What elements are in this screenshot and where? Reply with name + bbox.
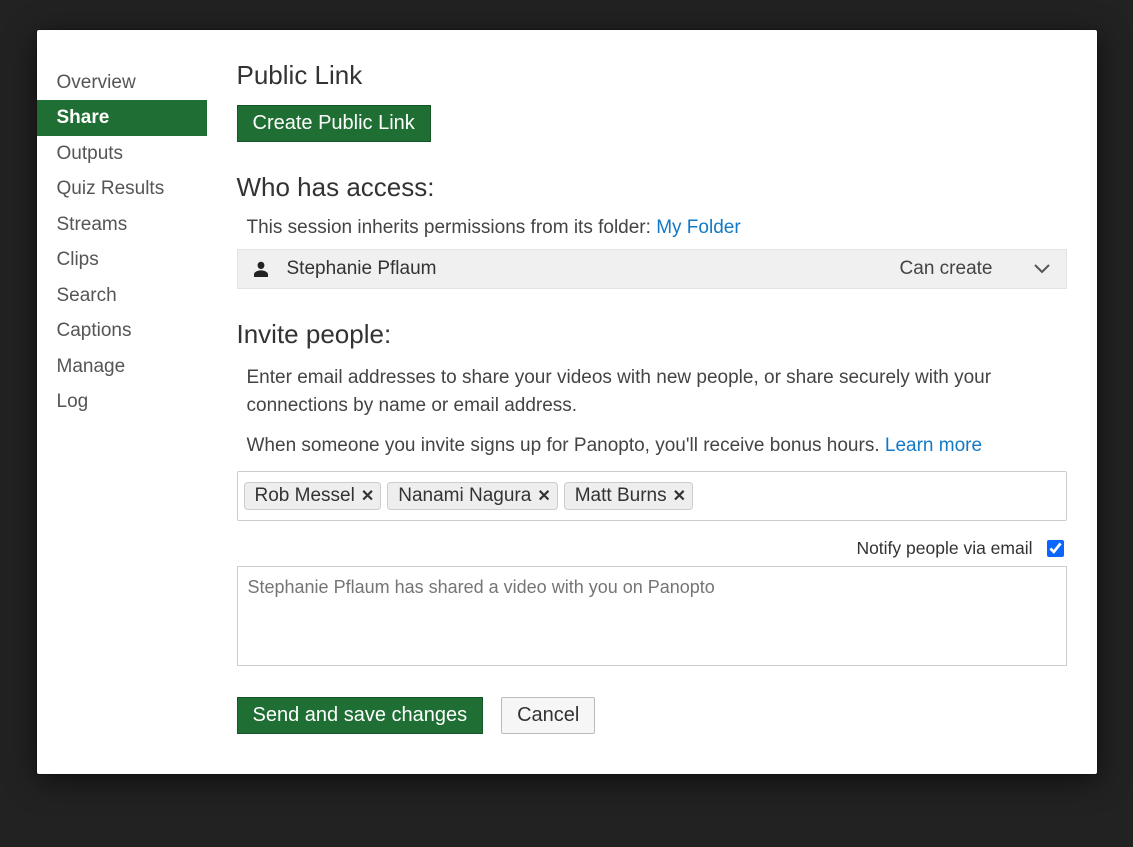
invite-message-field[interactable] bbox=[237, 566, 1067, 666]
public-link-heading: Public Link bbox=[237, 60, 1067, 91]
send-save-button[interactable]: Send and save changes bbox=[237, 697, 484, 734]
invite-heading: Invite people: bbox=[237, 319, 1067, 350]
sidebar-item-search[interactable]: Search bbox=[37, 278, 207, 313]
action-row: Send and save changes Cancel bbox=[237, 697, 1067, 734]
sidebar-item-overview[interactable]: Overview bbox=[37, 65, 207, 100]
chip-remove-icon[interactable]: ✕ bbox=[361, 486, 374, 506]
chip-remove-icon[interactable]: ✕ bbox=[673, 486, 686, 506]
sidebar-item-captions[interactable]: Captions bbox=[37, 313, 207, 348]
notify-label: Notify people via email bbox=[856, 538, 1032, 559]
notify-checkbox[interactable] bbox=[1047, 540, 1064, 557]
sidebar-item-clips[interactable]: Clips bbox=[37, 242, 207, 277]
sidebar-item-outputs[interactable]: Outputs bbox=[37, 136, 207, 171]
invite-description: Enter email addresses to share your vide… bbox=[247, 364, 1067, 419]
notify-line: Notify people via email bbox=[237, 537, 1067, 560]
sidebar-item-share[interactable]: Share bbox=[37, 100, 207, 135]
access-heading: Who has access: bbox=[237, 172, 1067, 203]
invite-people-input[interactable]: Rob Messel ✕ Nanami Nagura ✕ Matt Burns … bbox=[237, 471, 1067, 521]
invite-chip: Matt Burns ✕ bbox=[564, 482, 693, 510]
invite-chip: Rob Messel ✕ bbox=[244, 482, 382, 510]
sidebar-item-quiz-results[interactable]: Quiz Results bbox=[37, 171, 207, 206]
cancel-button[interactable]: Cancel bbox=[501, 697, 595, 734]
main-content: Public Link Create Public Link Who has a… bbox=[207, 55, 1067, 734]
folder-link[interactable]: My Folder bbox=[656, 217, 740, 238]
sidebar: Overview Share Outputs Quiz Results Stre… bbox=[37, 55, 207, 734]
invite-text-input[interactable] bbox=[699, 483, 1060, 509]
chip-remove-icon[interactable]: ✕ bbox=[537, 486, 550, 506]
sidebar-item-log[interactable]: Log bbox=[37, 384, 207, 419]
invite-chip: Nanami Nagura ✕ bbox=[387, 482, 557, 510]
chip-label: Matt Burns bbox=[575, 485, 667, 507]
chip-label: Nanami Nagura bbox=[398, 485, 531, 507]
access-row: Stephanie Pflaum Can create bbox=[237, 249, 1067, 289]
role-dropdown[interactable] bbox=[1033, 260, 1051, 278]
sidebar-item-manage[interactable]: Manage bbox=[37, 349, 207, 384]
invite-bonus-line: When someone you invite signs up for Pan… bbox=[247, 435, 1067, 457]
inherit-text: This session inherits permissions from i… bbox=[247, 217, 657, 238]
learn-more-link[interactable]: Learn more bbox=[885, 435, 982, 456]
user-icon bbox=[253, 260, 269, 278]
bonus-text: When someone you invite signs up for Pan… bbox=[247, 435, 885, 456]
access-role-label: Can create bbox=[900, 258, 993, 280]
access-user-name: Stephanie Pflaum bbox=[287, 258, 900, 280]
chip-label: Rob Messel bbox=[255, 485, 355, 507]
create-public-link-button[interactable]: Create Public Link bbox=[237, 105, 431, 142]
settings-panel: Overview Share Outputs Quiz Results Stre… bbox=[37, 30, 1097, 774]
sidebar-item-streams[interactable]: Streams bbox=[37, 207, 207, 242]
inherit-permissions-text: This session inherits permissions from i… bbox=[247, 217, 1067, 239]
